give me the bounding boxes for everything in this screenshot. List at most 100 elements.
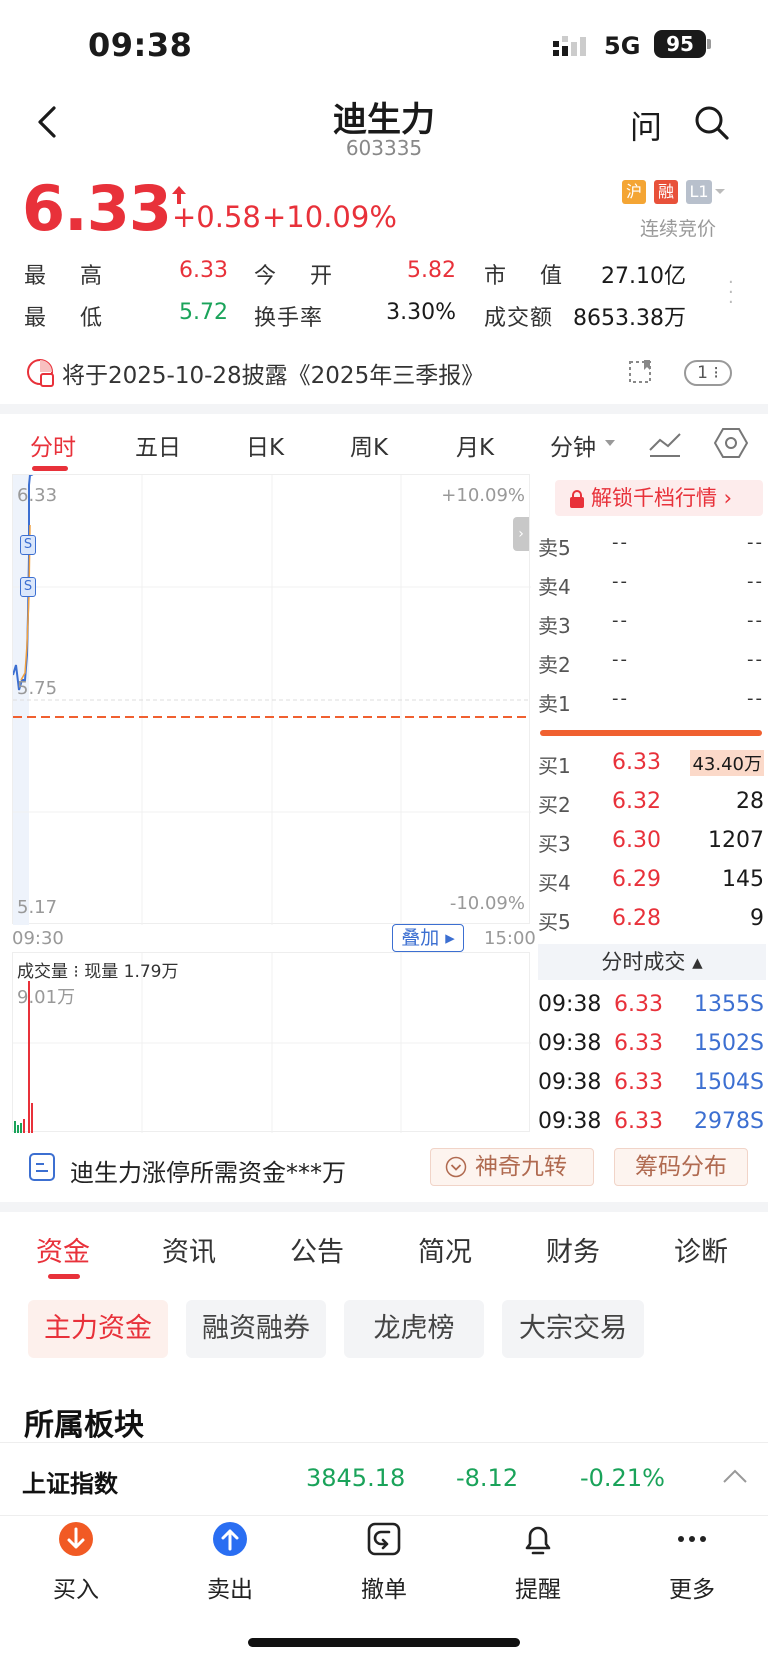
tab-monthly-k[interactable]: 月K — [456, 428, 494, 462]
tab-profile[interactable]: 简况 — [418, 1230, 472, 1269]
volume-max: 9.01万 — [17, 987, 76, 1008]
tab-five-day[interactable]: 五日 — [135, 428, 181, 462]
tab-news[interactable]: 资讯 — [162, 1230, 216, 1269]
home-indicator — [248, 1638, 520, 1647]
chevron-down-icon[interactable] — [604, 438, 616, 448]
tick-time: 09:38 — [538, 1031, 602, 1056]
cancel-order-label: 撤单 — [361, 1577, 407, 1603]
tab-announcements[interactable]: 公告 — [290, 1230, 344, 1269]
indicator-icon[interactable] — [648, 428, 682, 458]
chip-distribution-button[interactable]: 筹码分布 — [614, 1148, 748, 1186]
more-button[interactable]: 更多 — [632, 1520, 752, 1604]
level-label: 卖1 — [538, 692, 571, 716]
price-change-pct: +10.09% — [262, 200, 397, 234]
ask-row[interactable]: 卖4 -- -- — [538, 567, 766, 603]
signal-icon — [553, 36, 586, 56]
ticks-header[interactable]: 分时成交 ▴ — [538, 944, 766, 980]
bid-row[interactable]: 买2 6.32 28 — [538, 785, 766, 821]
bid-row[interactable]: 买1 6.33 43.40万 — [538, 746, 766, 782]
level-volume: -- — [747, 571, 764, 592]
sector-name[interactable]: 上证指数 — [22, 1464, 118, 1499]
chart-canvas — [13, 475, 531, 925]
tab-minute[interactable]: 分钟 — [550, 428, 596, 462]
notice-text[interactable]: 将于2025-10-28披露《2025年三季报》 — [62, 356, 484, 390]
level-volume: 1207 — [708, 828, 764, 853]
report-icon — [27, 359, 54, 387]
bid-row[interactable]: 买4 6.29 145 — [538, 863, 766, 899]
tick-time: 09:38 — [538, 992, 602, 1017]
chevron-down-icon[interactable] — [714, 186, 726, 198]
level-label: 卖2 — [538, 653, 571, 677]
overlay-button[interactable]: 叠加 ▸ — [392, 924, 464, 952]
level-price: 6.33 — [612, 750, 661, 775]
level-price: -- — [612, 649, 629, 670]
tab-diagnosis[interactable]: 诊断 — [674, 1230, 728, 1269]
pill-dragon-tiger[interactable]: 龙虎榜 — [344, 1300, 484, 1358]
more-stats-icon[interactable]: · · · — [728, 274, 734, 312]
more-label: 更多 — [669, 1577, 715, 1603]
pill-main-capital[interactable]: 主力资金 — [28, 1300, 168, 1358]
ask-row[interactable]: 卖3 -- -- — [538, 606, 766, 642]
pill-margin-trading[interactable]: 融资融券 — [186, 1300, 326, 1358]
chevron-up-icon[interactable] — [722, 1468, 748, 1484]
ask-row[interactable]: 卖1 -- -- — [538, 684, 766, 720]
tick-row: 09:38 6.33 1502S — [538, 1027, 766, 1063]
tick-price: 6.33 — [614, 1109, 663, 1134]
pill-block-trade[interactable]: 大宗交易 — [502, 1300, 644, 1358]
bid-row[interactable]: 买5 6.28 9 — [538, 902, 766, 938]
tick-price: 6.33 — [614, 1031, 663, 1056]
buy-button[interactable]: 买入 — [16, 1520, 136, 1604]
sector-pct: -0.21% — [580, 1464, 665, 1492]
ask-button[interactable]: 问 — [630, 102, 662, 148]
sell-button[interactable]: 卖出 — [170, 1520, 290, 1604]
notice-count-badge[interactable]: 1 ⁝ — [684, 360, 732, 386]
limit-up-capital-text[interactable]: 迪生力涨停所需资金***万 — [70, 1153, 346, 1188]
signal-marker[interactable]: S — [20, 535, 36, 555]
tab-finance[interactable]: 财务 — [546, 1230, 600, 1269]
tick-row: 09:38 6.33 1355S — [538, 988, 766, 1024]
open-value: 5.82 — [407, 258, 456, 283]
volume-current: 现量 1.79万 — [84, 962, 179, 982]
intraday-chart[interactable]: S S 6.33 5.75 5.17 +10.09% -10.09% › — [12, 474, 531, 925]
badge-margin: 融 — [654, 180, 678, 204]
level-volume: -- — [747, 649, 764, 670]
market-status: 连续竞价 — [640, 218, 717, 240]
tab-indicator — [32, 466, 68, 471]
bid-row[interactable]: 买3 6.30 1207 — [538, 824, 766, 860]
battery-tip — [707, 39, 711, 49]
buy-label: 买入 — [53, 1577, 99, 1603]
volume-chart[interactable]: 成交量 ⁝ 现量 1.79万 9.01万 — [12, 952, 531, 1133]
alert-label: 提醒 — [515, 1577, 561, 1603]
ticks-title: 分时成交 — [601, 950, 686, 974]
level-label: 买3 — [538, 832, 571, 856]
settings-hex-icon[interactable] — [714, 426, 748, 460]
tab-weekly-k[interactable]: 周K — [350, 428, 388, 462]
cancel-order-button[interactable]: 撤单 — [324, 1520, 444, 1604]
tick-row: 09:38 6.33 1504S — [538, 1066, 766, 1102]
y-axis-mid: 5.75 — [17, 678, 58, 699]
tab-intraday[interactable]: 分时 — [30, 428, 76, 462]
sector-value: 3845.18 — [306, 1464, 406, 1492]
signal-marker[interactable]: S — [20, 577, 36, 597]
level-price: -- — [612, 688, 629, 709]
y-axis-bottom: 5.17 — [17, 897, 58, 918]
alert-button[interactable]: 提醒 — [478, 1520, 598, 1604]
unlock-depth-button[interactable]: 解锁千档行情 › — [555, 480, 763, 516]
sector-title: 所属板块 — [24, 1408, 144, 1443]
divider — [0, 404, 768, 414]
cancel-order-icon — [367, 1522, 401, 1556]
level-label: 买4 — [538, 871, 571, 895]
search-icon[interactable] — [693, 104, 731, 142]
bookmark-icon[interactable] — [626, 358, 654, 386]
tab-funds[interactable]: 资金 — [36, 1230, 90, 1269]
unlock-label: 解锁千档行情 — [591, 486, 717, 510]
nine-turn-button[interactable]: 神奇九转 — [430, 1148, 594, 1186]
tab-daily-k[interactable]: 日K — [246, 428, 284, 462]
ask-row[interactable]: 卖2 -- -- — [538, 645, 766, 681]
ask-row[interactable]: 卖5 -- -- — [538, 528, 766, 564]
level-volume: 28 — [736, 789, 764, 814]
badge-l1[interactable]: L1 — [686, 180, 712, 204]
level-label: 买2 — [538, 793, 571, 817]
chevron-circle-icon — [445, 1156, 467, 1178]
expand-panel-icon[interactable]: › — [513, 517, 529, 551]
